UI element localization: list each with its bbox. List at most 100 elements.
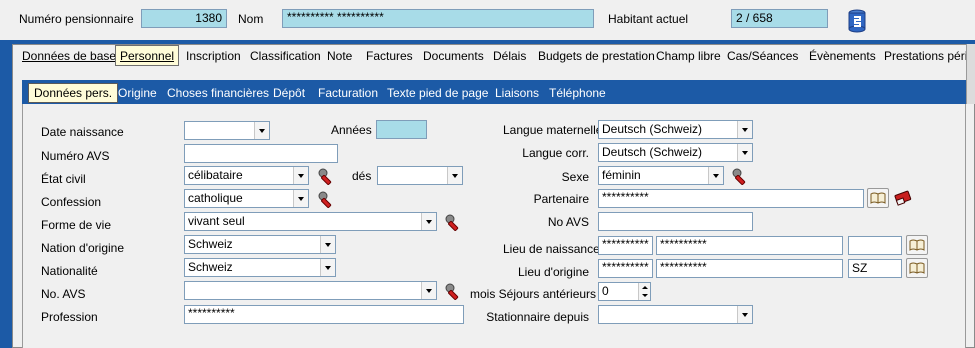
years-field: [376, 120, 427, 139]
avs-number-input[interactable]: [184, 144, 338, 163]
confession-label: Confession: [41, 195, 102, 209]
no-avs-right-label: No AVS: [547, 215, 589, 229]
subtab-links[interactable]: Liaisons: [495, 84, 539, 102]
profession-label: Profession: [41, 310, 98, 324]
book-icon[interactable]: [906, 235, 928, 255]
book-icon[interactable]: [906, 258, 928, 278]
subtab-phone[interactable]: Téléphone: [549, 84, 606, 102]
tab-registration[interactable]: Inscription: [186, 46, 241, 66]
chevron-down-icon[interactable]: [254, 122, 269, 139]
wrench-icon[interactable]: [443, 212, 463, 232]
chevron-down-icon[interactable]: [708, 167, 723, 184]
subtab-billing[interactable]: Facturation: [318, 84, 378, 102]
confession-value: catholique: [188, 191, 243, 205]
tab-personal-label: Personnel: [120, 49, 175, 63]
tab-deadlines[interactable]: Délais: [493, 46, 526, 66]
origin-place-name-input[interactable]: **********: [656, 259, 843, 278]
chevron-down-icon[interactable]: [293, 190, 308, 207]
wrench-icon[interactable]: [443, 281, 463, 301]
years-label: Années: [331, 123, 372, 137]
tab-basic-data-label: Données de base: [22, 49, 117, 63]
name-field[interactable]: ********** **********: [282, 9, 594, 28]
tab-service-budgets[interactable]: Budgets de prestation: [538, 46, 655, 66]
birthplace-canton-input[interactable]: [848, 236, 902, 255]
chevron-down-icon[interactable]: [737, 121, 752, 138]
subtab-personal-data[interactable]: Données pers.: [28, 83, 119, 103]
chevron-down-icon[interactable]: [421, 213, 436, 230]
tab-personal[interactable]: Personnel: [115, 45, 180, 66]
subtab-bar: [22, 80, 966, 104]
subtab-deposit[interactable]: Dépôt: [273, 84, 305, 102]
nationality-value: Schweiz: [188, 260, 233, 274]
nationality-select[interactable]: Schweiz: [184, 258, 336, 277]
civil-status-value: célibataire: [188, 168, 243, 182]
nation-origin-value: Schweiz: [188, 237, 233, 251]
chevron-down-icon[interactable]: [293, 167, 308, 184]
origin-place-canton-input[interactable]: SZ: [848, 259, 902, 278]
birthplace-label: Lieu de naissance: [503, 242, 600, 256]
civil-status-select[interactable]: célibataire: [184, 166, 309, 185]
partner-input[interactable]: **********: [598, 189, 864, 208]
tab-invoices[interactable]: Factures: [366, 46, 413, 66]
stepper-arrows-icon[interactable]: [638, 283, 650, 300]
wrench-icon[interactable]: [316, 166, 336, 186]
nationality-label: Nationalité: [41, 264, 98, 278]
chevron-down-icon[interactable]: [421, 282, 436, 299]
tab-classification[interactable]: Classification: [250, 46, 321, 66]
chevron-down-icon[interactable]: [447, 167, 462, 184]
wrench-icon[interactable]: [316, 189, 336, 209]
mother-tongue-label: Langue maternelle: [503, 123, 603, 137]
current-resident-label: Habitant actuel: [608, 12, 689, 26]
no-avs-select[interactable]: [184, 281, 437, 300]
mother-tongue-value: Deutsch (Schweiz): [602, 122, 703, 136]
name-label: Nom: [238, 12, 264, 26]
nation-origin-select[interactable]: Schweiz: [184, 235, 336, 254]
tab-free-field[interactable]: Champ libre: [656, 46, 721, 66]
birthplace-code-input[interactable]: **********: [598, 236, 653, 255]
birth-date-picker[interactable]: [184, 121, 270, 140]
corr-language-value: Deutsch (Schweiz): [602, 145, 703, 159]
mother-tongue-select[interactable]: Deutsch (Schweiz): [598, 120, 753, 139]
tab-basic-data[interactable]: Données de base: [22, 46, 116, 66]
origin-place-code-input[interactable]: **********: [598, 259, 653, 278]
no-avs-label: No. AVS: [41, 287, 86, 301]
chevron-down-icon[interactable]: [737, 144, 752, 161]
wrench-icon[interactable]: [730, 166, 750, 186]
confession-select[interactable]: catholique: [184, 189, 309, 208]
subtab-origin[interactable]: Origine: [118, 84, 157, 102]
tab-documents[interactable]: Documents: [423, 46, 484, 66]
database-icon[interactable]: [848, 9, 866, 33]
tab-scroll-strip[interactable]: [966, 44, 975, 104]
tab-periodic-services[interactable]: Prestations périodiq: [884, 46, 966, 66]
since-date-picker[interactable]: [377, 166, 463, 185]
pension-number-field[interactable]: 1380: [141, 9, 227, 28]
corr-language-select[interactable]: Deutsch (Schweiz): [598, 143, 753, 162]
tab-cases-sessions[interactable]: Cas/Séances: [727, 46, 798, 66]
life-form-label: Forme de vie: [41, 218, 112, 232]
subtab-financial[interactable]: Choses financières: [167, 84, 269, 102]
tab-events[interactable]: Évènements: [809, 46, 876, 66]
subtab-footer-text[interactable]: Texte pied de page: [387, 84, 488, 102]
book-icon[interactable]: [867, 188, 889, 208]
previous-stays-stepper[interactable]: 0: [598, 282, 651, 301]
stationary-since-picker[interactable]: [598, 305, 753, 324]
eraser-icon[interactable]: [893, 188, 915, 208]
tab-note[interactable]: Note: [327, 46, 352, 66]
previous-stays-value: 0: [602, 284, 609, 298]
chevron-down-icon[interactable]: [737, 306, 752, 323]
nation-origin-label: Nation d'origine: [41, 241, 125, 255]
sex-value: féminin: [602, 168, 641, 182]
sex-label: Sexe: [561, 170, 589, 184]
profession-input[interactable]: **********: [184, 305, 464, 324]
life-form-value: vivant seul: [188, 214, 245, 228]
previous-stays-label: mois Séjours antérieurs: [470, 287, 597, 301]
no-avs-right-input[interactable]: [598, 212, 753, 231]
sex-select[interactable]: féminin: [598, 166, 724, 185]
origin-place-label: Lieu d'origine: [517, 265, 589, 279]
chevron-down-icon[interactable]: [320, 259, 335, 276]
corr-language-label: Langue corr.: [522, 146, 589, 160]
current-resident-field[interactable]: 2 / 658: [731, 9, 828, 28]
chevron-down-icon[interactable]: [320, 236, 335, 253]
life-form-select[interactable]: vivant seul: [184, 212, 437, 231]
birthplace-name-input[interactable]: **********: [656, 236, 843, 255]
